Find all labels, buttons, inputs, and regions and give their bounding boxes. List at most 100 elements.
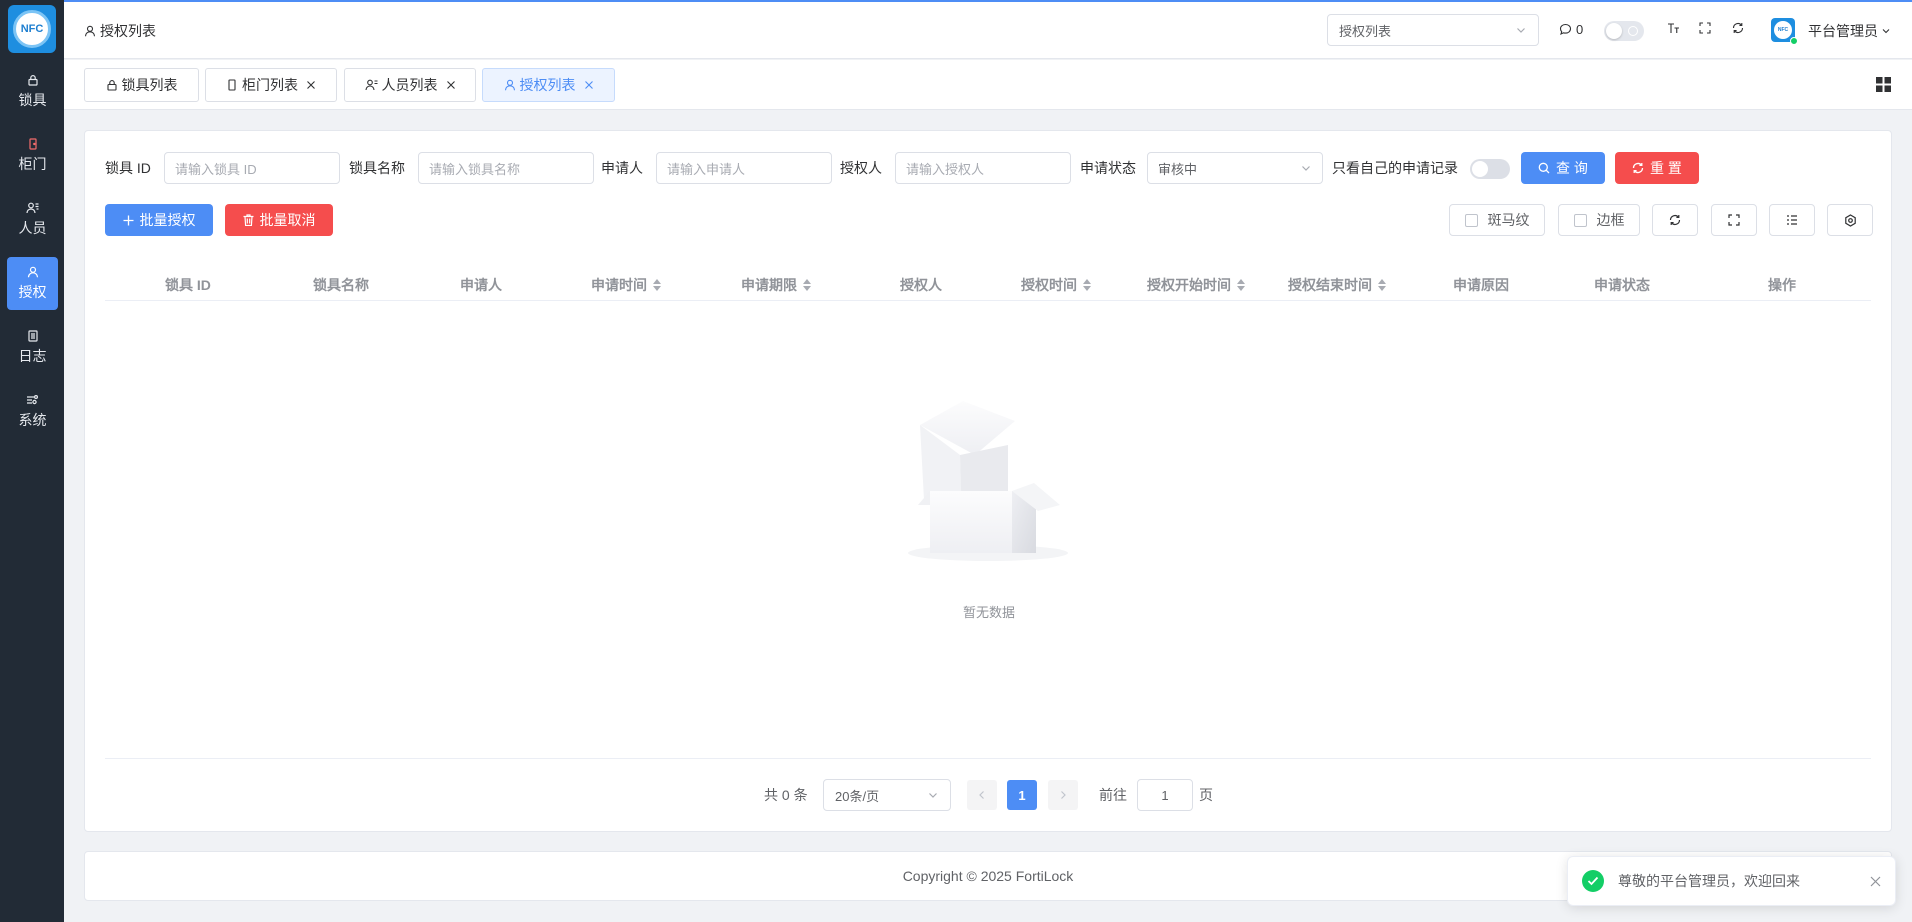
trash-icon	[243, 214, 253, 226]
sidebar-item-logs[interactable]: 日志	[7, 321, 58, 374]
tab-label: 授权列表	[519, 77, 576, 93]
sidebar-item-users[interactable]: 人员	[7, 193, 58, 246]
page-number-current[interactable]: 1	[1007, 780, 1037, 810]
font-size-button[interactable]	[1667, 22, 1680, 34]
column-header-lock-name[interactable]: 锁具名称	[313, 269, 369, 301]
authorizer-label: 授权人	[840, 160, 882, 176]
chevron-down-icon	[1302, 166, 1310, 171]
app-logo[interactable]: NFC	[8, 5, 56, 53]
sidebar-item-label: 日志	[18, 347, 47, 364]
dark-mode-toggle[interactable]	[1604, 21, 1644, 41]
close-icon[interactable]	[584, 80, 594, 90]
column-header-applicant[interactable]: 申请人	[460, 269, 502, 301]
authorizer-placeholder: 请输入授权人	[906, 161, 985, 177]
status-select[interactable]: 审核中	[1147, 152, 1323, 184]
user-menu[interactable]: 平台管理员	[1808, 21, 1891, 41]
lock-name-input[interactable]: 请输入锁具名称	[418, 152, 594, 184]
column-header-apply-period[interactable]: 申请期限	[741, 269, 811, 301]
column-header-actions[interactable]: 操作	[1768, 269, 1796, 301]
column-header-apply-time[interactable]: 申请时间	[591, 269, 661, 301]
close-icon[interactable]	[1870, 876, 1881, 887]
tab-label: 柜门列表	[242, 77, 298, 93]
refresh-icon	[1632, 162, 1644, 174]
sidebar-item-system[interactable]: 系统	[7, 385, 58, 438]
goto-page-input[interactable]: 1	[1137, 779, 1193, 811]
sort-icon[interactable]	[803, 279, 811, 291]
column-header-label: 锁具 ID	[165, 277, 211, 293]
prev-page-button[interactable]	[967, 780, 997, 810]
table-settings-button[interactable]	[1827, 204, 1873, 236]
column-header-lock-id[interactable]: 锁具 ID	[165, 269, 211, 301]
sidebar-item-authorization[interactable]: 授权	[7, 257, 58, 310]
tab-authorization[interactable]: 授权列表	[482, 68, 615, 102]
column-header-reason[interactable]: 申请原因	[1453, 269, 1509, 301]
lock-icon	[106, 80, 117, 91]
border-checkbox[interactable]	[1573, 213, 1587, 227]
close-icon[interactable]	[446, 80, 456, 90]
grid-menu-icon[interactable]	[1876, 77, 1891, 92]
column-header-label: 锁具名称	[313, 277, 369, 293]
stripe-toggle[interactable]: 斑马纹	[1449, 204, 1545, 236]
copyright-text: Copyright © 2025 FortiLock	[902, 868, 1074, 884]
fullscreen-button[interactable]	[1699, 22, 1711, 34]
sort-icon[interactable]	[653, 279, 661, 291]
sidebar-item-doors[interactable]: 柜门	[7, 129, 58, 182]
refresh-button[interactable]	[1732, 22, 1744, 34]
chevron-down-icon	[929, 793, 937, 798]
table-header: 锁具 ID 锁具名称 申请人 申请时间 申请期限 授权人 授权时间 授权开始时间…	[105, 269, 1871, 301]
avatar-text: NFC	[1774, 21, 1792, 39]
batch-authorize-button[interactable]: 批量授权	[105, 204, 213, 236]
reset-button[interactable]: 重 置	[1615, 152, 1699, 184]
table-refresh-button[interactable]	[1652, 204, 1698, 236]
column-header-auth-start[interactable]: 授权开始时间	[1147, 269, 1245, 301]
applicant-input[interactable]: 请输入申请人	[656, 152, 832, 184]
tab-label: 锁具列表	[121, 77, 178, 93]
only-mine-switch[interactable]	[1470, 159, 1510, 179]
batch-cancel-label: 批量取消	[259, 212, 316, 228]
column-header-auth-time[interactable]: 授权时间	[1021, 269, 1091, 301]
sidebar-item-locks[interactable]: 锁具	[7, 65, 58, 118]
top-header: 授权列表 授权列表 0 NFC 平台管理员	[64, 2, 1912, 59]
plus-icon	[123, 215, 133, 225]
column-header-authorizer[interactable]: 授权人	[900, 269, 942, 301]
tab-locks[interactable]: 锁具列表	[84, 68, 199, 102]
chevron-down-icon	[1882, 29, 1890, 34]
users-icon	[364, 79, 377, 91]
menu-search-select[interactable]: 授权列表	[1327, 14, 1539, 46]
lock-id-label: 锁具 ID	[105, 160, 151, 176]
column-header-label: 授权开始时间	[1147, 277, 1231, 293]
column-header-status[interactable]: 申请状态	[1594, 269, 1650, 301]
sort-icon[interactable]	[1083, 279, 1091, 291]
lock-id-input[interactable]: 请输入锁具 ID	[164, 152, 340, 184]
batch-authorize-label: 批量授权	[139, 212, 196, 228]
column-settings-button[interactable]	[1769, 204, 1815, 236]
breadcrumb-current: 授权列表	[100, 23, 156, 39]
notification-message: 尊敬的平台管理员，欢迎回来	[1618, 873, 1800, 889]
next-page-button[interactable]	[1048, 780, 1078, 810]
lock-id-placeholder: 请输入锁具 ID	[175, 161, 257, 177]
list-icon	[1787, 215, 1797, 225]
logo-text: NFC	[13, 10, 51, 48]
messages-button[interactable]: 0	[1559, 22, 1583, 37]
success-icon	[1582, 870, 1604, 892]
batch-cancel-button[interactable]: 批量取消	[225, 204, 333, 236]
sort-icon[interactable]	[1237, 279, 1245, 291]
cabinet-door-icon	[28, 137, 37, 150]
chevron-left-icon	[979, 791, 984, 799]
sidebar-item-label: 人员	[18, 219, 47, 236]
page-size-select[interactable]: 20条/页	[823, 779, 951, 811]
switch-knob	[1472, 161, 1488, 177]
tab-doors[interactable]: 柜门列表	[205, 68, 337, 102]
sort-icon[interactable]	[1378, 279, 1386, 291]
stripe-checkbox[interactable]	[1464, 213, 1478, 227]
column-header-auth-end[interactable]: 授权结束时间	[1288, 269, 1386, 301]
close-icon[interactable]	[306, 80, 316, 90]
table-fullscreen-button[interactable]	[1711, 204, 1757, 236]
query-button[interactable]: 查 询	[1521, 152, 1605, 184]
border-toggle[interactable]: 边框	[1558, 204, 1640, 236]
authorizer-input[interactable]: 请输入授权人	[895, 152, 1071, 184]
tab-users[interactable]: 人员列表	[344, 68, 476, 102]
reset-label: 重 置	[1650, 160, 1682, 176]
menu-search-value: 授权列表	[1339, 23, 1392, 39]
avatar[interactable]: NFC	[1771, 18, 1798, 45]
